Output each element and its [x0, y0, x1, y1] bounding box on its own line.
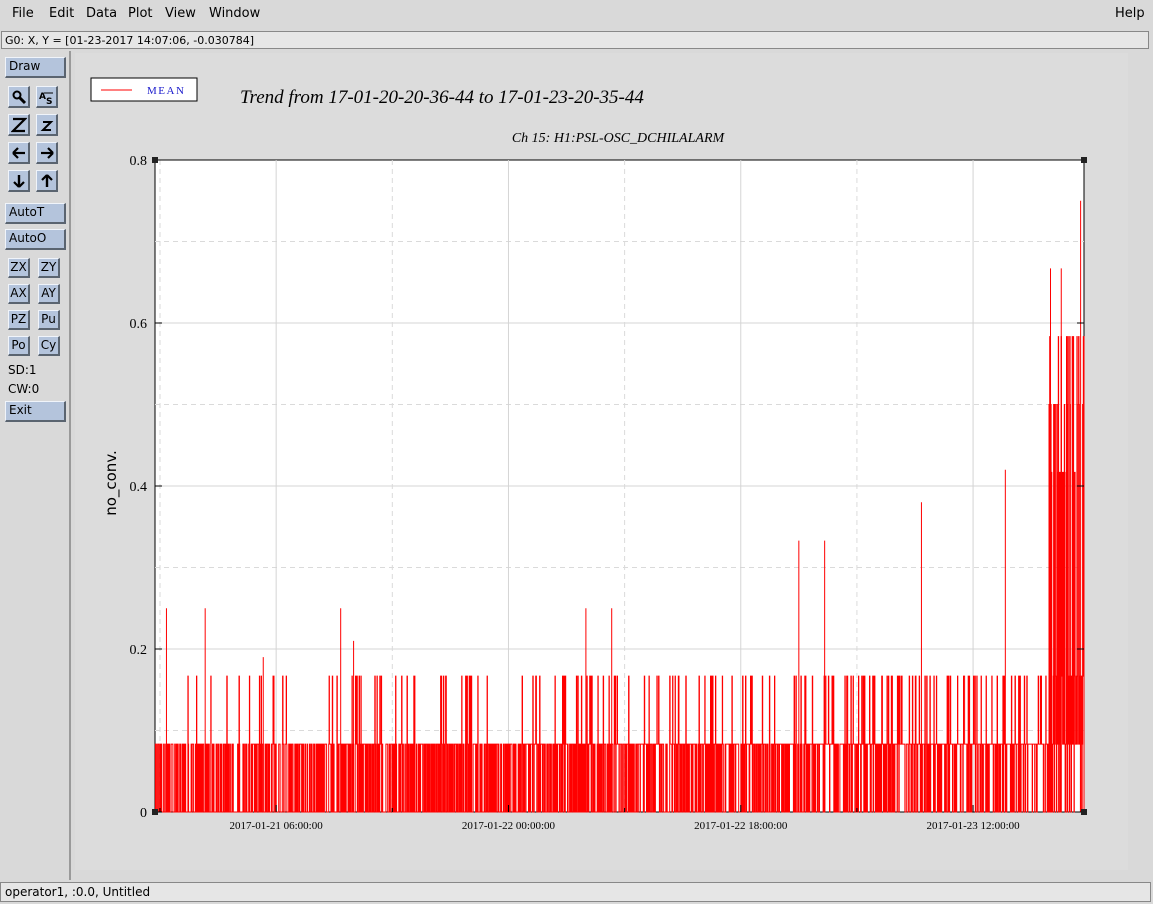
draw-button[interactable]: Draw — [5, 57, 66, 78]
cy-button[interactable]: Cy — [38, 336, 60, 356]
ay-button[interactable]: AY — [38, 284, 60, 304]
autoo-button[interactable]: AutoO — [5, 229, 66, 250]
pu-button[interactable]: Pu — [38, 310, 60, 330]
pz-button[interactable]: PZ — [8, 310, 30, 330]
menu-help[interactable]: Help — [1115, 6, 1145, 21]
magnify-icon[interactable] — [8, 86, 30, 108]
y-tick-label: 0 — [140, 806, 147, 821]
x-tick-label: 2017-01-23 12:00:00 — [926, 820, 1020, 832]
sd-label: SD:1 — [8, 363, 37, 377]
exit-button[interactable]: Exit — [5, 401, 66, 422]
y-axis-label: no_conv. — [102, 450, 121, 516]
tool-panel: Draw AS AutoT AutoO ZX ZY AX AY PZ Pu Po… — [0, 51, 71, 880]
chart-title: Trend from 17-01-20-20-36-44 to 17-01-23… — [240, 87, 644, 108]
corner-marker-bottom-left — [152, 809, 158, 815]
y-tick-label: 0.6 — [130, 317, 148, 332]
x-tick-label: 2017-01-21 06:00:00 — [230, 820, 324, 832]
x-tick-label: 2017-01-22 18:00:00 — [694, 820, 788, 832]
cw-label: CW:0 — [8, 382, 40, 396]
po-button[interactable]: Po — [8, 336, 30, 356]
chart-subtitle: Ch 15: H1:PSL-OSC_DCHILALARM — [512, 131, 726, 146]
cursor-readout: G0: X, Y = [01-23-2017 14:07:06, -0.0307… — [1, 31, 1149, 49]
zy-button[interactable]: ZY — [38, 258, 60, 278]
autot-button[interactable]: AutoT — [5, 203, 66, 224]
trend-chart[interactable]: MEAN Trend from 17-01-20-20-36-44 to 17-… — [75, 53, 1128, 870]
legend: MEAN — [90, 77, 198, 102]
arrow-down-icon[interactable] — [8, 170, 30, 192]
menu-file[interactable]: File — [12, 6, 34, 21]
arrow-up-icon[interactable] — [36, 170, 58, 192]
legend-label-mean: MEAN — [147, 85, 185, 97]
y-tick-label: 0.8 — [130, 154, 148, 169]
corner-marker-bottom-right — [1081, 809, 1087, 815]
menu-window[interactable]: Window — [209, 6, 260, 21]
plot-area: MEAN Trend from 17-01-20-20-36-44 to 17-… — [75, 53, 1128, 870]
menu-view[interactable]: View — [165, 6, 196, 21]
corner-marker-top-right — [1081, 157, 1087, 163]
y-tick-label: 0.2 — [130, 643, 148, 658]
axes-scale-icon[interactable]: AS — [36, 86, 58, 108]
zx-button[interactable]: ZX — [8, 258, 30, 278]
x-tick-label: 2017-01-22 00:00:00 — [462, 820, 556, 832]
menu-bar: File Edit Data Plot View Window Help — [0, 0, 1153, 30]
zoom-small-z-icon[interactable] — [36, 114, 58, 136]
arrow-right-icon[interactable] — [36, 142, 58, 164]
corner-marker-top-left — [152, 157, 158, 163]
zoom-z-icon[interactable] — [8, 114, 30, 136]
bottom-status-bar: operator1, :0.0, Untitled — [0, 882, 1151, 902]
svg-text:S: S — [46, 97, 52, 105]
menu-data[interactable]: Data — [86, 6, 117, 21]
menu-edit[interactable]: Edit — [49, 6, 74, 21]
y-tick-label: 0.4 — [130, 480, 148, 495]
menu-plot[interactable]: Plot — [128, 6, 153, 21]
arrow-left-icon[interactable] — [8, 142, 30, 164]
ax-button[interactable]: AX — [8, 284, 30, 304]
